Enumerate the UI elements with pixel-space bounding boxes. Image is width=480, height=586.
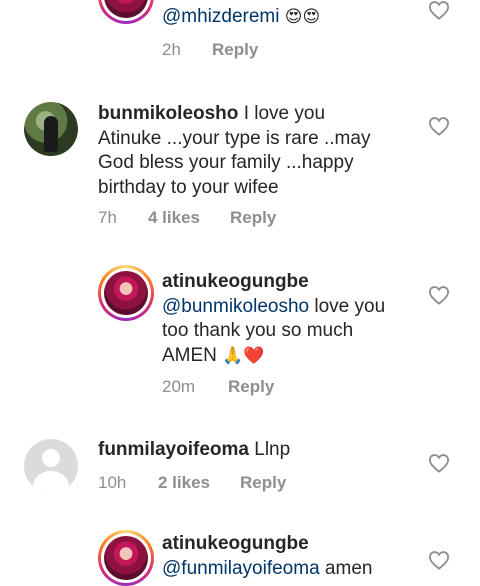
reply-button[interactable]: Reply [212,40,258,60]
comment-text: atinukeogungbe @bunmikoleosho love you t… [162,270,422,368]
comment-text: bunmikoleosho I love you Atinuke ...your… [98,102,418,200]
like-heart-icon[interactable] [428,0,450,20]
avatar[interactable] [98,530,154,586]
likes-count[interactable]: 4 likes [148,208,230,228]
like-heart-icon[interactable] [428,550,450,570]
timestamp: 2h [162,40,181,59]
comment-meta: 2h Reply [162,40,258,60]
likes-count[interactable]: 2 likes [158,473,240,493]
avatar[interactable] [98,0,154,24]
timestamp: 10h [98,473,127,492]
comment-line-1: I love you [243,103,326,124]
comment-line-3: God bless your family ...happy [98,152,354,173]
comment-line-1: Llnp [254,439,291,460]
avatar[interactable] [98,265,154,321]
mention-link[interactable]: @mhizderemi [162,6,279,27]
comment-line-3: AMEN [162,344,217,366]
username[interactable]: atinukeogungbe [162,271,309,292]
comment-line-4: birthday to your wifee [98,176,279,198]
comment-bunmikoleosho: bunmikoleosho I love you Atinuke ...your… [0,100,480,240]
avatar[interactable] [24,439,78,493]
comment-funmilayoifeoma: funmilayoifeoma Llnp 10h 2 likes Reply [0,437,480,507]
comment-meta: 7h 4 likes Reply [98,208,276,228]
comment-meta: 20m Reply [162,377,274,397]
timestamp: 20m [162,377,196,396]
comment-line-1: love you [314,295,386,317]
pray-heart-emoji: 🙏❤️ [222,345,265,366]
username[interactable]: funmilayoifeoma [98,439,249,460]
reply-button[interactable]: Reply [240,473,286,493]
like-heart-icon[interactable] [428,453,450,473]
username[interactable]: atinukeogungbe [162,533,309,554]
reply-comment-atinukeogungbe: atinukeogungbe @bunmikoleosho love you t… [0,265,480,405]
comment-text: @mhizderemi 😍😍 [162,5,320,30]
reply-button[interactable]: Reply [230,208,276,228]
mention-link[interactable]: @bunmikoleosho [162,296,309,317]
comment-text: atinukeogungbe @funmilayoifeoma amen [162,532,422,581]
avatar[interactable] [24,102,78,156]
reply-button[interactable]: Reply [228,377,274,397]
comment-meta: 10h 2 likes Reply [98,473,286,493]
like-heart-icon[interactable] [428,116,450,136]
mention-link[interactable]: @funmilayoifeoma [162,558,320,579]
username[interactable]: bunmikoleosho [98,103,238,124]
comment-line-2: Atinuke ...your type is rare ..may [98,127,371,149]
comment-line-1: amen [324,557,373,579]
timestamp: 7h [98,208,117,227]
reply-comment-mhizderemi: @mhizderemi 😍😍 2h Reply [0,0,480,70]
comment-line-2: too thank you so much [162,320,354,341]
like-heart-icon[interactable] [428,285,450,305]
comment-text: funmilayoifeoma Llnp [98,438,290,463]
heart-eyes-emoji: 😍😍 [284,7,321,27]
reply-comment-atinukeogungbe-2: atinukeogungbe @funmilayoifeoma amen [0,530,480,586]
